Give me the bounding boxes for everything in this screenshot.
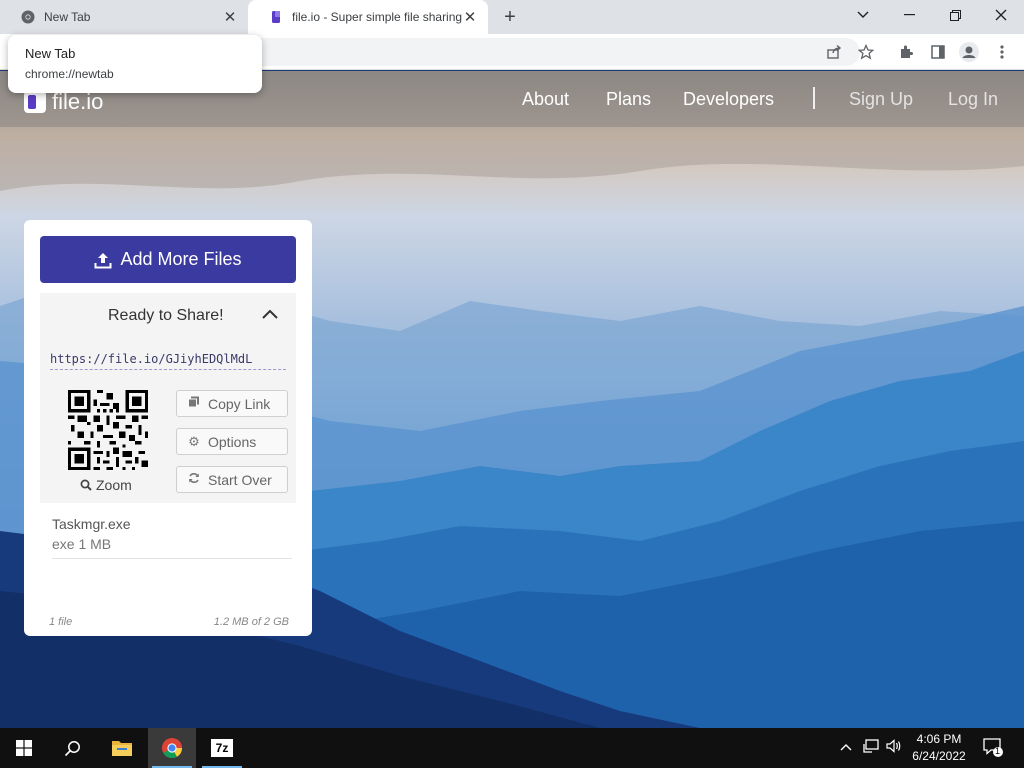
magnifier-icon bbox=[80, 479, 92, 491]
close-window-button[interactable] bbox=[978, 0, 1024, 30]
extensions-icon[interactable] bbox=[894, 40, 918, 64]
notification-count: 1 bbox=[995, 746, 1001, 756]
close-tab-icon[interactable]: ✕ bbox=[222, 9, 238, 26]
close-tab-icon[interactable]: ✕ bbox=[462, 9, 478, 26]
tab-hover-card: New Tab chrome://newtab bbox=[8, 35, 262, 93]
refresh-icon bbox=[187, 472, 201, 487]
share-icon[interactable] bbox=[822, 40, 846, 64]
upload-icon bbox=[94, 252, 112, 268]
file-divider bbox=[52, 558, 292, 559]
share-status: Ready to Share! bbox=[108, 307, 224, 324]
volume-icon[interactable] bbox=[885, 738, 903, 757]
share-panel: Ready to Share! https://file.io/GJiyhEDQ… bbox=[40, 293, 296, 503]
nav-developers-link[interactable]: Developers bbox=[683, 89, 774, 110]
copy-link-label: Copy Link bbox=[208, 395, 271, 412]
file-name: Taskmgr.exe bbox=[52, 516, 131, 532]
options-button[interactable]: ⚙ Options bbox=[176, 428, 288, 455]
qr-code-image bbox=[68, 390, 148, 470]
add-more-files-button[interactable]: Add More Files bbox=[40, 236, 296, 283]
nav-sign-up-link[interactable]: Sign Up bbox=[849, 89, 913, 110]
hover-card-url: chrome://newtab bbox=[25, 67, 114, 81]
start-over-label: Start Over bbox=[208, 471, 272, 488]
clock-time: 4:06 PM bbox=[916, 732, 962, 746]
start-over-button[interactable]: Start Over bbox=[176, 466, 288, 493]
profile-icon[interactable] bbox=[957, 40, 981, 64]
tab-search-chevron-icon[interactable] bbox=[840, 0, 886, 30]
gear-icon: ⚙ bbox=[188, 433, 200, 449]
chrome-taskbar-button[interactable] bbox=[148, 728, 196, 768]
tab-title: file.io - Super simple file sharing bbox=[292, 10, 463, 24]
7zip-icon: 7z bbox=[211, 739, 233, 757]
storage-quota: 1.2 MB of 2 GB bbox=[213, 616, 289, 628]
tab-strip: New Tab ✕ file.io - Super simple file sh… bbox=[0, 0, 1024, 34]
system-clock[interactable]: 4:06 PM 6/24/2022 bbox=[905, 731, 973, 765]
tab-file-io[interactable]: file.io - Super simple file sharing ✕ bbox=[248, 0, 488, 34]
zoom-label: Zoom bbox=[96, 477, 132, 493]
collapse-chevron-icon[interactable] bbox=[260, 305, 280, 325]
tab-new-tab[interactable]: New Tab ✕ bbox=[0, 0, 248, 34]
page-viewport: file.io About Plans Developers Sign Up L… bbox=[0, 71, 1024, 728]
hover-card-title: New Tab bbox=[25, 46, 76, 61]
file-meta: exe 1 MB bbox=[52, 536, 112, 552]
file-explorer-button[interactable] bbox=[98, 728, 146, 768]
taskbar: 7z 4:06 PM 6/24/2022 1 bbox=[0, 728, 1024, 768]
file-count: 1 file bbox=[49, 616, 73, 628]
minimize-button[interactable] bbox=[886, 0, 932, 30]
restore-button[interactable] bbox=[932, 0, 978, 30]
file-explorer-icon bbox=[112, 741, 132, 756]
zoom-button[interactable]: Zoom bbox=[80, 477, 132, 493]
notification-center-icon[interactable]: 1 bbox=[982, 736, 1004, 761]
file-io-logo-icon bbox=[24, 91, 46, 113]
add-more-files-label: Add More Files bbox=[120, 249, 242, 269]
copy-link-button[interactable]: Copy Link bbox=[176, 390, 288, 417]
side-panel-icon[interactable] bbox=[926, 40, 950, 64]
tab-title: New Tab bbox=[44, 10, 91, 24]
nav-plans-link[interactable]: Plans bbox=[606, 89, 651, 110]
share-link[interactable]: https://file.io/GJiyhEDQlMdL bbox=[50, 352, 286, 370]
options-label: Options bbox=[208, 433, 257, 450]
chrome-favicon-icon bbox=[20, 9, 36, 25]
search-button[interactable] bbox=[48, 728, 96, 768]
7zip-taskbar-button[interactable]: 7z bbox=[198, 728, 246, 768]
nav-divider bbox=[813, 87, 815, 109]
nav-log-in-link[interactable]: Log In bbox=[948, 89, 998, 110]
upload-card: Add More Files Ready to Share! https://f… bbox=[24, 220, 312, 636]
nav-about-link[interactable]: About bbox=[522, 89, 569, 110]
search-icon bbox=[64, 740, 80, 756]
copy-icon bbox=[187, 396, 201, 411]
bookmark-star-icon[interactable] bbox=[854, 40, 878, 64]
start-button[interactable] bbox=[0, 728, 48, 768]
chrome-icon bbox=[162, 738, 183, 759]
windows-start-icon bbox=[16, 740, 32, 756]
new-tab-button[interactable]: + bbox=[498, 5, 522, 29]
show-hidden-icons-chevron-icon[interactable] bbox=[840, 738, 852, 754]
file-io-favicon-icon bbox=[268, 9, 284, 25]
network-icon[interactable] bbox=[862, 738, 880, 757]
clock-date: 6/24/2022 bbox=[912, 749, 966, 763]
menu-icon[interactable] bbox=[990, 40, 1014, 64]
